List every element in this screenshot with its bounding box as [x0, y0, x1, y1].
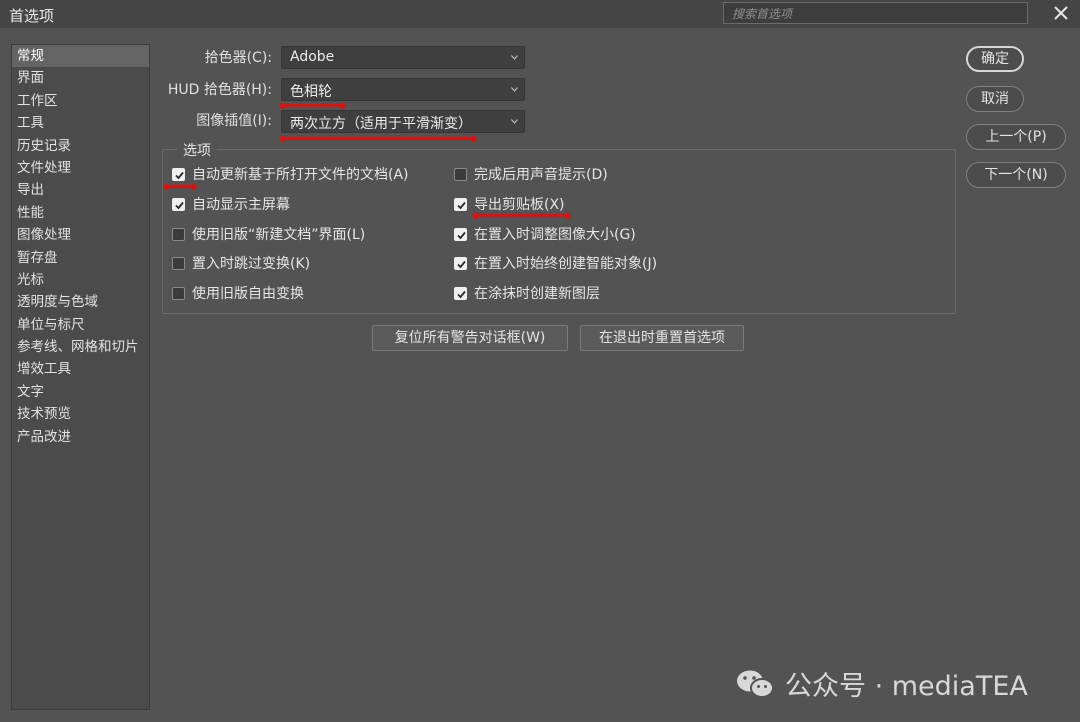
- auto-show-home-screen-checkbox[interactable]: 自动显示主屏幕: [172, 194, 290, 214]
- auto-update-open-documents-checkbox[interactable]: 自动更新基于所打开文件的文档(A): [172, 164, 409, 184]
- checkbox-label: 使用旧版自由变换: [192, 286, 304, 302]
- sidebar-item-performance[interactable]: 性能: [12, 202, 149, 224]
- checkmark-icon: [175, 201, 184, 209]
- previous-button[interactable]: 上一个(P): [966, 124, 1066, 150]
- reset-preferences-on-quit-button[interactable]: 在退出时重置首选项: [580, 325, 744, 351]
- checkbox-box[interactable]: [454, 167, 467, 181]
- checkbox-label: 置入时跳过变换(K): [192, 256, 311, 272]
- checkbox-label: 在置入时始终创建智能对象(J): [474, 256, 658, 272]
- checkbox-box[interactable]: [454, 256, 467, 270]
- sidebar-item-product-improvement[interactable]: 产品改进: [12, 426, 149, 448]
- watermark: 公众号 · mediaTEA: [735, 664, 1028, 703]
- chevron-down-icon: [511, 119, 518, 124]
- chevron-down-icon: [511, 55, 518, 60]
- category-list: 常规 界面 工作区 工具 历史记录 文件处理 导出 性能 图像处理 暂存盘 光标…: [11, 44, 150, 710]
- always-create-smart-objects-checkbox[interactable]: 在置入时始终创建智能对象(J): [454, 253, 657, 273]
- cancel-button[interactable]: 取消: [966, 86, 1024, 112]
- sidebar-item-plugins[interactable]: 增效工具: [12, 358, 149, 380]
- sidebar-item-tools[interactable]: 工具: [12, 112, 149, 134]
- watermark-text: 公众号 · mediaTEA: [785, 671, 1028, 702]
- checkbox-label: 在涂抹时创建新图层: [474, 286, 600, 302]
- annotation-underline-hud: [280, 102, 346, 109]
- sidebar-item-interface[interactable]: 界面: [12, 67, 149, 89]
- checkmark-icon: [457, 290, 466, 298]
- legacy-new-document-interface-checkbox[interactable]: 使用旧版“新建文档”界面(L): [172, 224, 365, 244]
- checkbox-box[interactable]: [172, 197, 185, 211]
- skip-transform-when-placing-checkbox[interactable]: 置入时跳过变换(K): [172, 253, 310, 273]
- annotation-underline-export-clipboard: [473, 212, 571, 219]
- ok-button[interactable]: 确定: [966, 46, 1024, 72]
- checkbox-box[interactable]: [172, 227, 185, 241]
- options-legend: 选项: [177, 140, 217, 160]
- checkmark-icon: [457, 201, 466, 209]
- checkbox-box[interactable]: [454, 286, 467, 300]
- image-interpolation-label: 图像插值(I):: [196, 113, 272, 129]
- image-interpolation-value: 两次立方（适用于平滑渐变）: [290, 116, 472, 132]
- checkbox-box[interactable]: [454, 197, 467, 211]
- sidebar-item-file-handling[interactable]: 文件处理: [12, 157, 149, 179]
- checkbox-box[interactable]: [172, 286, 185, 300]
- annotation-underline-interpolation: [280, 135, 477, 142]
- export-clipboard-checkbox[interactable]: 导出剪贴板(X): [454, 194, 565, 214]
- checkbox-label: 自动显示主屏幕: [192, 197, 290, 213]
- search-input[interactable]: 搜索首选项: [723, 2, 1028, 24]
- sidebar-item-type[interactable]: 文字: [12, 381, 149, 403]
- checkbox-label: 完成后用声音提示(D): [474, 167, 608, 183]
- annotation-underline-auto-update: [164, 183, 197, 190]
- window-title: 首选项: [9, 7, 55, 25]
- title-bar: 首选项 搜索首选项: [0, 0, 1080, 28]
- create-new-layer-when-smudging-checkbox[interactable]: 在涂抹时创建新图层: [454, 283, 600, 303]
- color-picker-label: 拾色器(C):: [204, 50, 272, 66]
- next-button[interactable]: 下一个(N): [966, 162, 1066, 188]
- resize-image-during-place-checkbox[interactable]: 在置入时调整图像大小(G): [454, 224, 636, 244]
- sidebar-item-guides-grid-slices[interactable]: 参考线、网格和切片: [12, 336, 149, 358]
- checkmark-icon: [175, 171, 184, 179]
- sidebar-item-workspace[interactable]: 工作区: [12, 90, 149, 112]
- checkbox-box[interactable]: [172, 167, 185, 181]
- checkmark-icon: [457, 231, 466, 239]
- hud-color-picker-select[interactable]: 色相轮: [281, 78, 525, 101]
- chevron-down-icon: [511, 87, 518, 92]
- sidebar-item-cursors[interactable]: 光标: [12, 269, 149, 291]
- sidebar-item-units-rulers[interactable]: 单位与标尺: [12, 314, 149, 336]
- checkbox-label: 在置入时调整图像大小(G): [474, 227, 636, 243]
- sidebar-item-image-processing[interactable]: 图像处理: [12, 224, 149, 246]
- color-picker-value: Adobe: [290, 49, 335, 65]
- sidebar-item-tech-previews[interactable]: 技术预览: [12, 403, 149, 425]
- checkbox-label: 导出剪贴板(X): [474, 197, 565, 213]
- close-icon: [1054, 6, 1068, 20]
- sidebar-item-transparency-gamut[interactable]: 透明度与色域: [12, 291, 149, 313]
- sidebar-item-general[interactable]: 常规: [12, 45, 149, 68]
- checkbox-label: 使用旧版“新建文档”界面(L): [192, 227, 366, 243]
- wechat-logo-icon: [737, 670, 774, 698]
- hud-color-picker-value: 色相轮: [290, 84, 332, 100]
- checkbox-box[interactable]: [172, 256, 185, 270]
- sidebar-item-scratch-disks[interactable]: 暂存盘: [12, 247, 149, 269]
- checkbox-label: 自动更新基于所打开文件的文档(A): [192, 167, 409, 183]
- beep-when-done-checkbox[interactable]: 完成后用声音提示(D): [454, 164, 608, 184]
- sidebar-item-history[interactable]: 历史记录: [12, 135, 149, 157]
- close-button[interactable]: [1050, 2, 1072, 24]
- checkbox-box[interactable]: [454, 227, 467, 241]
- sidebar-item-export[interactable]: 导出: [12, 179, 149, 201]
- hud-color-picker-label: HUD 拾色器(H):: [167, 82, 272, 98]
- legacy-free-transform-checkbox[interactable]: 使用旧版自由变换: [172, 283, 304, 303]
- color-picker-select[interactable]: Adobe: [281, 46, 525, 69]
- checkmark-icon: [457, 260, 466, 268]
- image-interpolation-select[interactable]: 两次立方（适用于平滑渐变）: [281, 110, 525, 133]
- reset-all-warning-dialogs-button[interactable]: 复位所有警告对话框(W): [372, 325, 568, 351]
